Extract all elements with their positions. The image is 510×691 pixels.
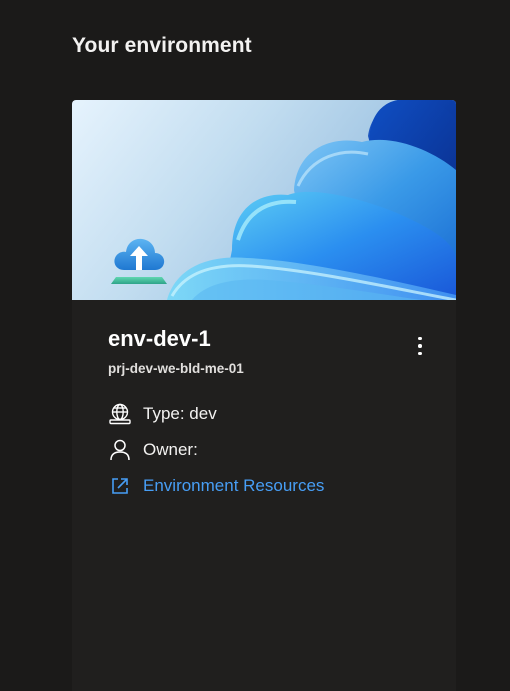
environment-resources-row: Environment Resources	[108, 474, 324, 498]
globe-desktop-icon	[108, 402, 132, 426]
cloud-upload-icon	[111, 238, 167, 284]
person-icon	[108, 438, 132, 462]
more-vertical-icon	[418, 336, 422, 341]
environment-name: env-dev-1	[108, 326, 211, 351]
more-vertical-icon-dot	[418, 351, 422, 356]
environment-type-row: Type: dev	[108, 402, 217, 426]
environment-page: Your environment env-dev-1 prj-dev-we-bl…	[0, 0, 510, 691]
environment-owner-row: Owner:	[108, 438, 198, 462]
environment-owner: Owner:	[143, 440, 198, 459]
environment-project: prj-dev-we-bld-me-01	[108, 361, 244, 376]
open-external-icon[interactable]	[108, 474, 132, 498]
environment-type: Type: dev	[143, 404, 217, 423]
environment-resources-link[interactable]: Environment Resources	[143, 476, 324, 496]
more-options-button[interactable]	[406, 330, 434, 362]
environment-card-banner	[72, 100, 456, 300]
more-vertical-icon-dot	[418, 344, 422, 348]
environment-card: env-dev-1 prj-dev-we-bld-me-01 Type: dev…	[72, 100, 456, 691]
section-title: Your environment	[72, 34, 252, 57]
